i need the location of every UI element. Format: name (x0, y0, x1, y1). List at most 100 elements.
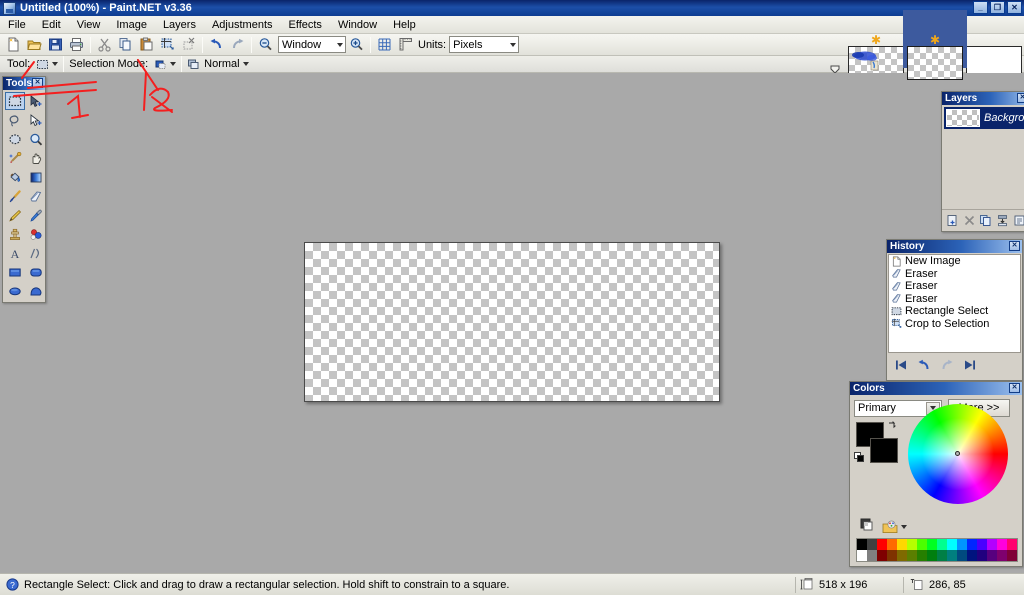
image-canvas[interactable] (304, 242, 720, 402)
paintbrush-tool[interactable] (5, 187, 25, 205)
zoom-level-combo[interactable]: Window (278, 36, 346, 53)
ellipse-select-tool[interactable] (5, 130, 25, 148)
active-tool-dropdown[interactable] (34, 57, 60, 72)
palette-swatch[interactable] (917, 550, 927, 561)
menu-file[interactable]: File (0, 17, 34, 33)
layers-list[interactable]: Background (942, 105, 1024, 209)
ellipse-tool[interactable] (5, 282, 25, 300)
palette-swatch[interactable] (877, 539, 887, 550)
gradient-tool[interactable] (26, 168, 46, 186)
palette-swatch[interactable] (957, 550, 967, 561)
deselect-all-button[interactable] (178, 35, 198, 55)
maximize-button[interactable]: ❐ (990, 1, 1005, 14)
history-entry[interactable]: Eraser (889, 293, 1020, 306)
history-entry[interactable]: Eraser (889, 268, 1020, 281)
palette-swatch[interactable] (857, 550, 867, 561)
palette-swatch[interactable] (867, 539, 877, 550)
open-image-button[interactable] (24, 35, 44, 55)
palette-swatch[interactable] (927, 550, 937, 561)
paste-button[interactable] (136, 35, 156, 55)
history-entry[interactable]: Rectangle Select (889, 305, 1020, 318)
menu-adjustments[interactable]: Adjustments (204, 17, 281, 33)
palette-swatch[interactable] (877, 550, 887, 561)
palette-swatch[interactable] (867, 550, 877, 561)
palette-swatch[interactable] (907, 550, 917, 561)
colors-panel-title[interactable]: Colors ✕ (850, 382, 1022, 395)
units-combo[interactable]: Pixels (449, 36, 520, 53)
transparency-icon[interactable] (860, 518, 874, 535)
palette-swatch[interactable] (937, 550, 947, 561)
history-redo-button[interactable] (938, 357, 955, 374)
history-entry[interactable]: Crop to Selection (889, 318, 1020, 331)
menu-effects[interactable]: Effects (281, 17, 330, 33)
palette-swatch[interactable] (1007, 550, 1017, 561)
magic-wand-tool[interactable] (5, 149, 25, 167)
rulers-button[interactable] (395, 35, 415, 55)
palette-swatch[interactable] (997, 550, 1007, 561)
close-button[interactable]: ✕ (1007, 1, 1022, 14)
chevron-down-icon[interactable] (901, 524, 907, 529)
secondary-color-swatch[interactable] (870, 438, 898, 463)
print-image-button[interactable] (66, 35, 86, 55)
palette-swatch[interactable] (967, 550, 977, 561)
history-undo-button[interactable] (915, 357, 932, 374)
blend-mode-control[interactable]: Normal (185, 57, 250, 72)
palette-swatch[interactable] (897, 539, 907, 550)
recolor-tool[interactable] (26, 225, 46, 243)
palette-swatch[interactable] (937, 539, 947, 550)
palette-swatch[interactable] (957, 539, 967, 550)
crop-to-selection-button[interactable] (157, 35, 177, 55)
palette-swatch[interactable] (977, 539, 987, 550)
layers-panel-close-icon[interactable]: ✕ (1017, 93, 1024, 103)
cut-button[interactable] (94, 35, 114, 55)
rectangle-select-tool[interactable] (5, 92, 25, 110)
minimize-button[interactable]: _ (973, 1, 988, 14)
palette-swatch[interactable] (977, 550, 987, 561)
palette-swatch[interactable] (857, 539, 867, 550)
reset-colors-icon[interactable] (854, 452, 865, 466)
palette-icon[interactable] (882, 520, 907, 534)
colors-panel-close-icon[interactable]: ✕ (1009, 383, 1020, 393)
grid-button[interactable] (374, 35, 394, 55)
save-image-button[interactable] (45, 35, 65, 55)
palette-swatch[interactable] (947, 550, 957, 561)
menu-help[interactable]: Help (385, 17, 424, 33)
palette-swatch[interactable] (917, 539, 927, 550)
history-list[interactable]: New Image Eraser Eraser Eraser Rectangle… (888, 254, 1021, 353)
new-image-button[interactable] (3, 35, 23, 55)
layer-row[interactable]: Background (944, 107, 1024, 129)
add-new-layer-button[interactable] (945, 212, 960, 229)
duplicate-layer-button[interactable] (979, 212, 994, 229)
color-picker-tool[interactable] (26, 206, 46, 224)
menu-layers[interactable]: Layers (155, 17, 204, 33)
document-thumbnail-2[interactable]: ✱ (903, 10, 967, 80)
paint-bucket-tool[interactable] (5, 168, 25, 186)
zoom-in-button[interactable] (346, 35, 366, 55)
tools-panel-title[interactable]: Tools ✕ (3, 77, 45, 90)
freeform-shape-tool[interactable] (26, 282, 46, 300)
clone-stamp-tool[interactable] (5, 225, 25, 243)
move-selected-tool[interactable] (26, 92, 46, 110)
history-entry[interactable]: Eraser (889, 280, 1020, 293)
palette-swatch[interactable] (927, 539, 937, 550)
menu-image[interactable]: Image (108, 17, 155, 33)
palette-swatch[interactable] (967, 539, 977, 550)
delete-layer-button[interactable] (962, 212, 977, 229)
color-wheel-cursor[interactable] (955, 451, 960, 456)
history-fastforward-button[interactable] (961, 357, 978, 374)
palette-swatch[interactable] (887, 550, 897, 561)
color-palette[interactable] (856, 538, 1018, 562)
zoom-tool[interactable] (26, 130, 46, 148)
pencil-tool[interactable] (5, 206, 25, 224)
pan-tool[interactable] (26, 149, 46, 167)
palette-swatch[interactable] (907, 539, 917, 550)
history-entry[interactable]: New Image (889, 255, 1020, 268)
tools-panel-close-icon[interactable]: ✕ (32, 78, 43, 88)
history-panel-close-icon[interactable]: ✕ (1009, 241, 1020, 251)
palette-swatch[interactable] (887, 539, 897, 550)
layer-properties-button[interactable] (1012, 212, 1024, 229)
history-panel-title[interactable]: History ✕ (887, 240, 1022, 253)
selection-mode-control[interactable] (152, 57, 178, 72)
menu-view[interactable]: View (69, 17, 109, 33)
swap-colors-icon[interactable] (886, 420, 898, 435)
